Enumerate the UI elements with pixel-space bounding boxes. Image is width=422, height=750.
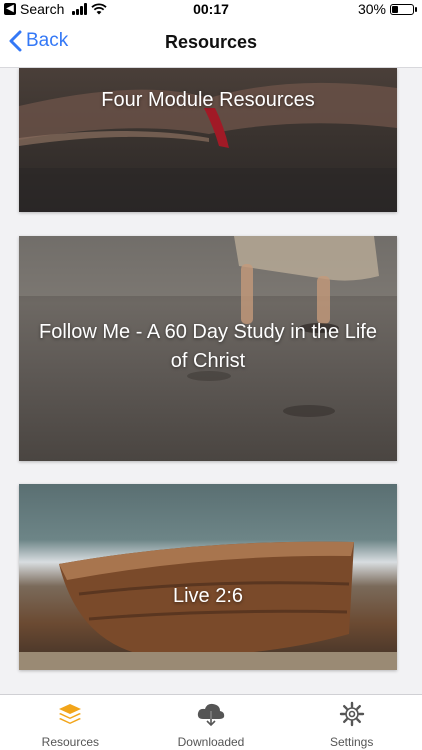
status-right: 30%: [357, 1, 417, 17]
tab-bar: Resources Downloaded Settings: [0, 694, 422, 750]
resource-title: Four Module Resources: [101, 89, 315, 111]
cloud-download-icon: [197, 703, 225, 727]
tab-settings[interactable]: Settings: [281, 695, 422, 750]
tab-label: Settings: [330, 735, 374, 749]
tab-label: Resources: [41, 735, 100, 749]
resource-list[interactable]: Four Module Resources Follow Me - A 60 D…: [0, 68, 422, 694]
chevron-left-icon: [9, 30, 22, 52]
back-button[interactable]: Back: [8, 30, 68, 52]
battery-icon: [390, 3, 417, 15]
navigation-bar: Back Resources: [0, 18, 422, 68]
back-label: Back: [26, 30, 69, 51]
resource-card-four-module[interactable]: Four Module Resources: [19, 68, 397, 212]
resource-title: Live 2:6: [172, 585, 244, 607]
status-bar: ◀ Search 00:17 30%: [0, 0, 422, 18]
wooden-boat-image: [19, 541, 397, 670]
resource-title: Follow Me - A 60 Day Study in the Life o…: [39, 321, 377, 372]
resource-card-live-2-6[interactable]: Live 2:6: [19, 484, 397, 670]
tab-downloaded[interactable]: Downloaded: [141, 695, 282, 750]
card-background-image: [19, 484, 397, 670]
tab-label: Downloaded: [177, 735, 245, 749]
gear-icon: [339, 701, 364, 727]
stack-layers-icon: [59, 704, 82, 724]
battery-percent: 30%: [357, 1, 386, 17]
tab-resources[interactable]: Resources: [0, 695, 141, 750]
resource-card-follow-me[interactable]: Follow Me - A 60 Day Study in the Life o…: [19, 236, 397, 461]
